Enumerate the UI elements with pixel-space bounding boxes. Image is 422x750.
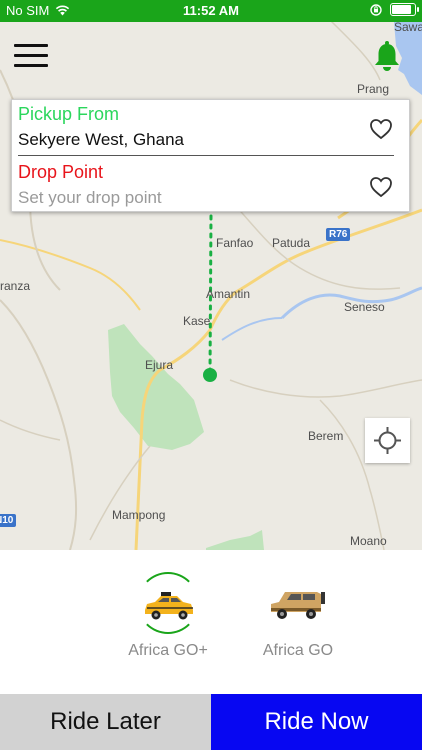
orientation-lock-icon [370, 3, 382, 16]
bell-icon [375, 41, 399, 71]
menu-button[interactable] [14, 44, 50, 70]
ride-later-button[interactable]: Ride Later [0, 694, 211, 750]
clock: 11:52 AM [183, 3, 239, 18]
service-option-africa-go[interactable]: Africa GO [248, 572, 348, 660]
drop-label: Drop Point [18, 162, 104, 182]
place-label: ranza [0, 279, 31, 293]
place-label: Sawa [394, 22, 422, 34]
road-shield: R76 [326, 228, 351, 241]
card-divider [18, 155, 394, 156]
notification-button[interactable] [372, 40, 406, 74]
selected-ring [137, 572, 199, 634]
place-label: Berem [308, 429, 344, 443]
road-shield: N10 [0, 514, 17, 527]
pickup-label: Pickup From [18, 104, 120, 124]
location-card: Pickup From Sekyere West, Ghana Drop Poi… [11, 99, 410, 212]
service-selector: Africa GO+ Africa GO [0, 550, 422, 694]
place-label: Seneso [344, 300, 385, 314]
drop-point-input[interactable] [18, 187, 358, 209]
place-label: Mampong [112, 508, 166, 522]
locate-me-button[interactable] [365, 418, 410, 463]
service-option-africa-go-plus[interactable]: Africa GO+ [118, 572, 218, 660]
drop-favorite-button[interactable] [369, 176, 393, 198]
heart-outline-icon [370, 177, 392, 198]
place-label: Patuda [272, 236, 311, 250]
status-bar: No SIM 11:52 AM [0, 0, 422, 22]
place-label: Fanfao [216, 236, 254, 250]
ride-now-button[interactable]: Ride Now [211, 694, 422, 750]
place-label: Ejura [145, 358, 174, 372]
place-label: Prang [357, 82, 390, 96]
service-name: Africa GO+ [128, 642, 208, 659]
taxi-car-icon [145, 592, 193, 620]
battery-icon [390, 3, 419, 16]
place-label: Moano [350, 534, 387, 548]
crosshair-locate-icon [374, 427, 401, 454]
place-label: Kase [183, 314, 211, 328]
hamburger-menu-icon [14, 44, 48, 47]
jeep-icon [271, 592, 325, 619]
place-label: Amantin [206, 287, 251, 301]
heart-outline-icon [370, 119, 392, 140]
service-name: Africa GO [262, 642, 334, 659]
pickup-favorite-button[interactable] [369, 118, 393, 140]
pickup-address[interactable]: Sekyere West, Ghana [18, 130, 184, 150]
